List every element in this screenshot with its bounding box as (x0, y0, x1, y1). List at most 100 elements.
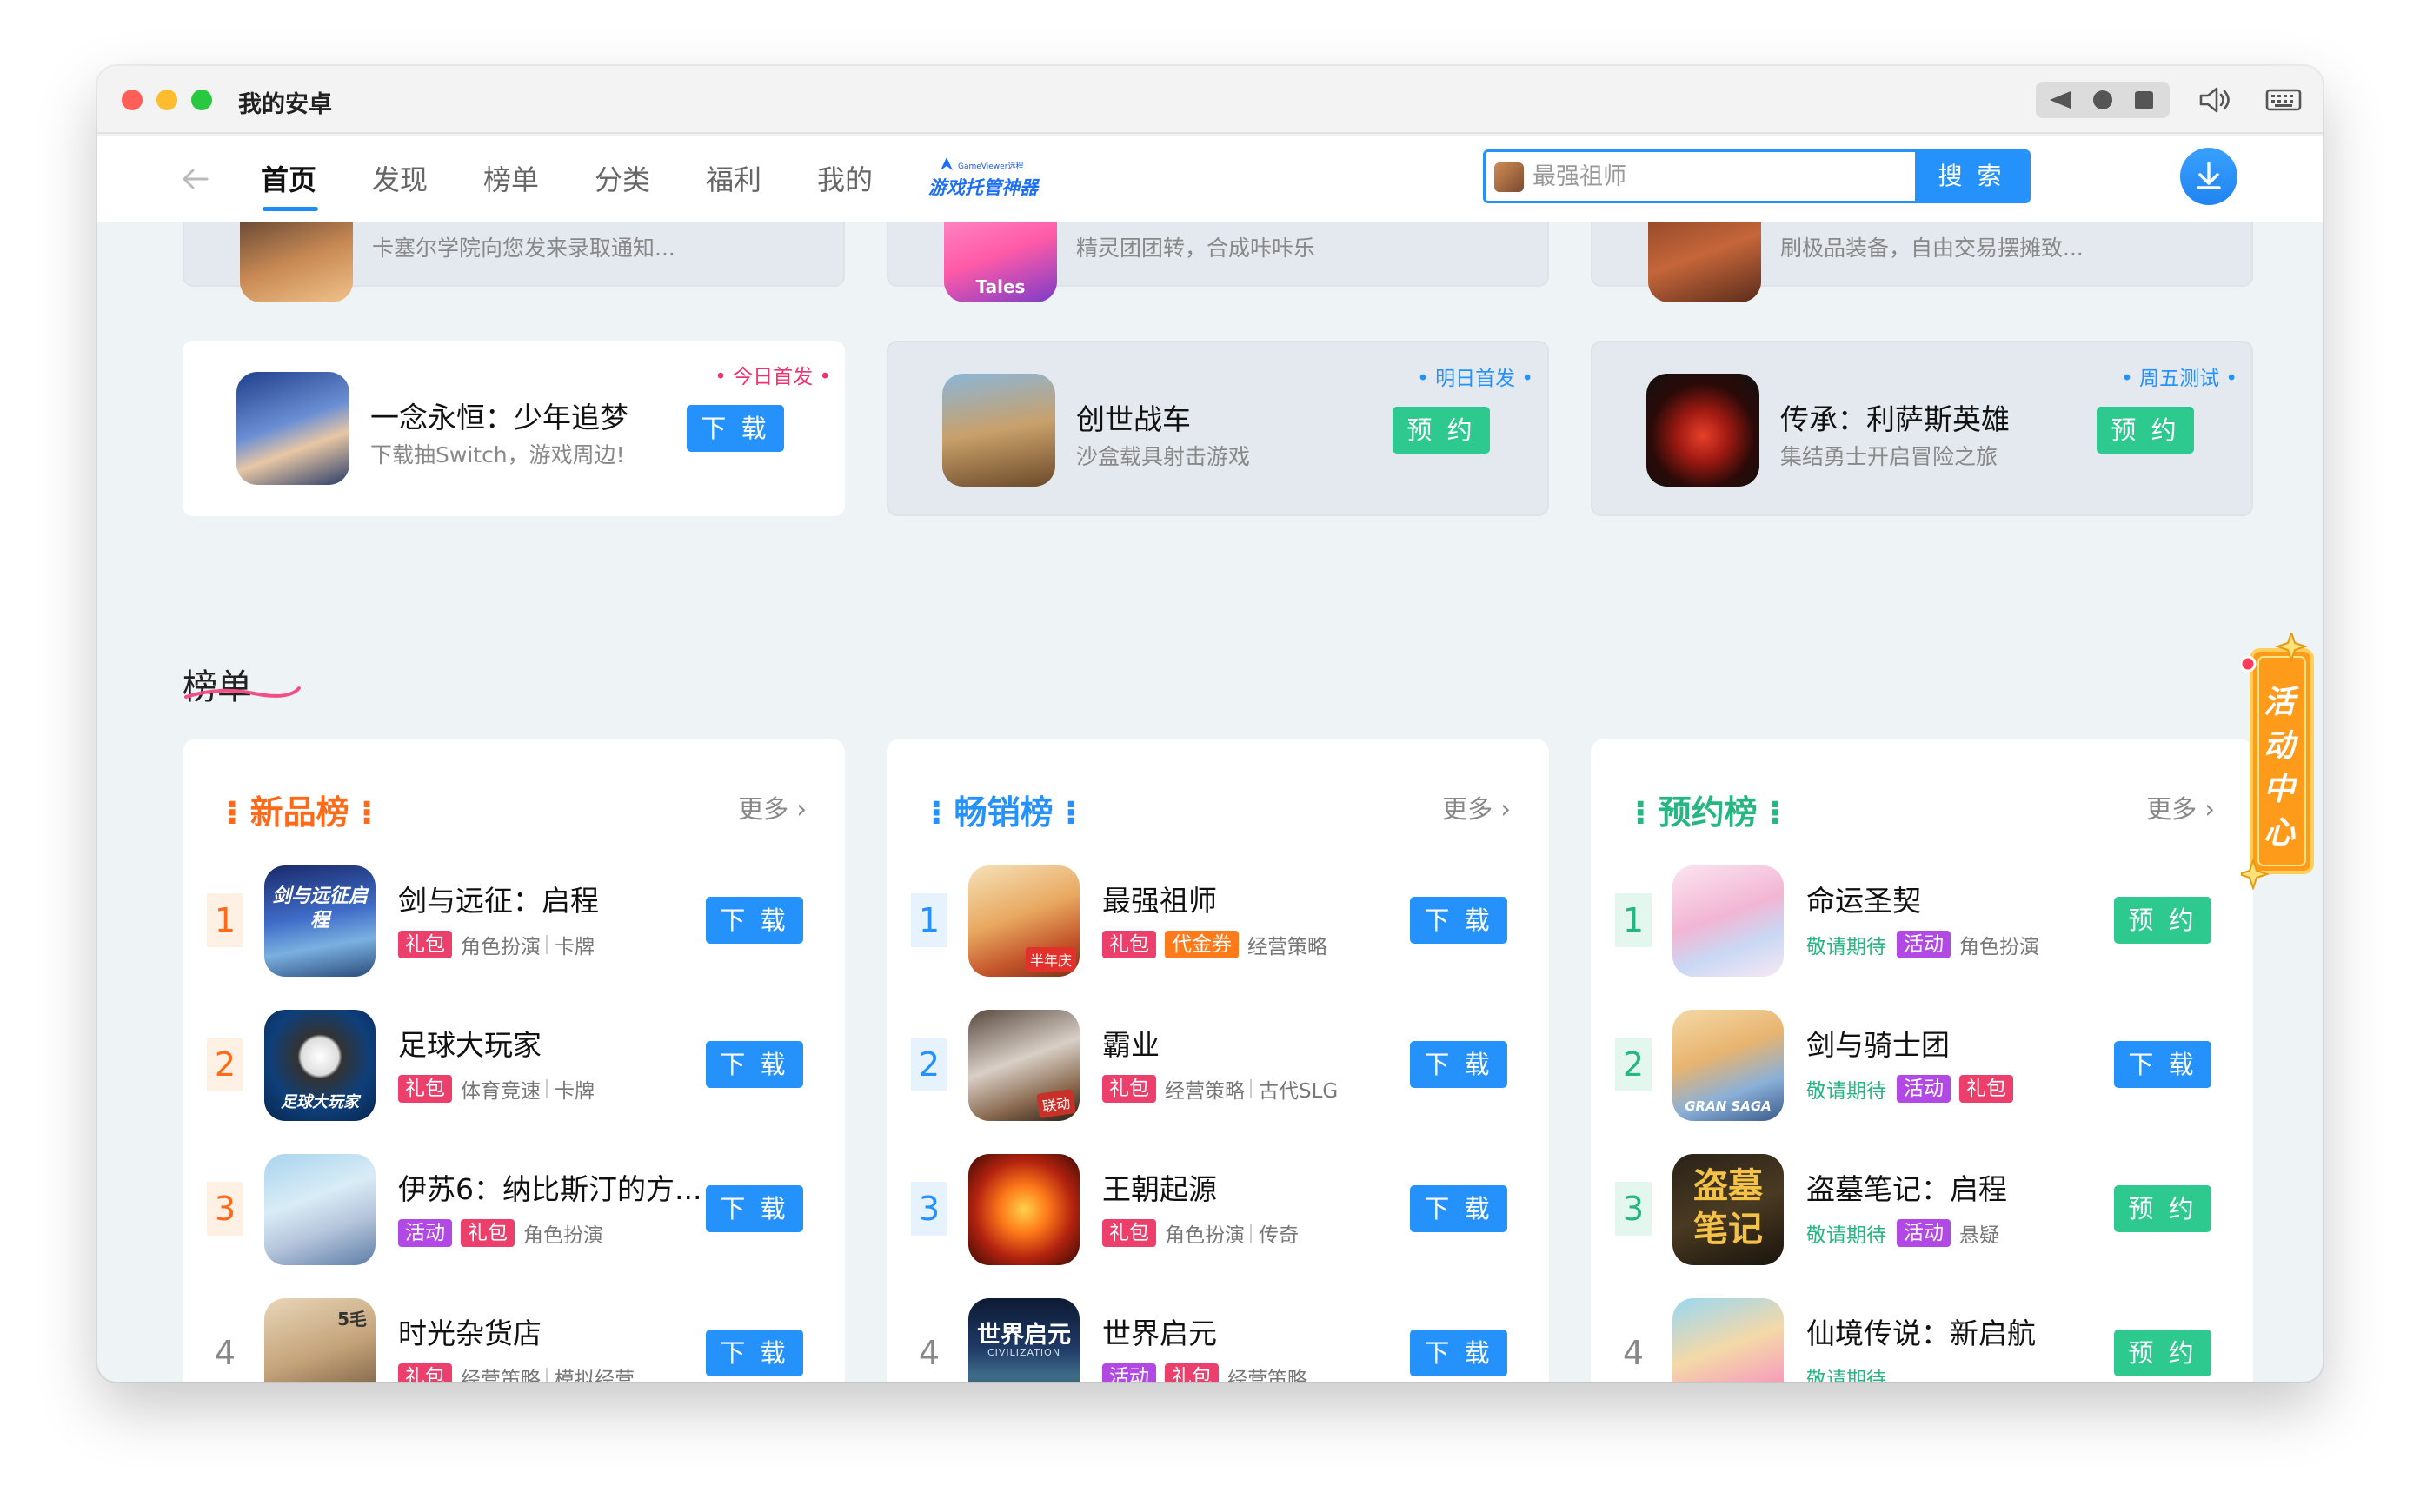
activity-center-button[interactable]: 活动中心 (2241, 633, 2317, 890)
search-game-avatar (1494, 162, 1524, 192)
reserve-button[interactable]: 预 约 (1393, 407, 1490, 454)
gameviewer-logo[interactable]: GameViewer远程 游戏托管神器 (928, 153, 1041, 202)
back-arrow-icon[interactable] (177, 162, 212, 196)
game-icon: 盗墓笔记 (1672, 1154, 1784, 1265)
ranking-row[interactable]: 2 GRAN SAGA 剑与骑士团 敬请期待 活动 礼包 下 载 (1591, 1010, 2253, 1123)
game-desc: 集结勇士开启冒险之旅 (1780, 444, 1998, 469)
release-card-tomorrow[interactable]: • 明日首发 • 创世战车 沙盒载具射击游戏 预 约 (887, 341, 1549, 516)
ranking-card-reserve: ⁝ 预约榜 ⁝ 更多 › 1 命运圣契 敬请期待 活动 角色扮演 预 约 2 GRA… (1591, 739, 2253, 1382)
nav-tab-discover[interactable]: 发现 (372, 158, 428, 198)
ranking-row[interactable]: 4 世界启元 CIVILIZATION 世界启元 活动 礼包 经营策略 下 载 (887, 1298, 1549, 1382)
ranking-row[interactable]: 1 半年庆 最强祖师 礼包 代金券 经营策略 下 载 (887, 865, 1549, 978)
download-manager-button[interactable] (2180, 148, 2237, 205)
ranking-row[interactable]: 3 王朝起源 礼包 角色扮演 传奇 下 载 (887, 1154, 1549, 1267)
ranking-row[interactable]: 4 仙境传说：新启航 敬请期待 预 约 (1591, 1298, 2253, 1382)
nav-tab-mine[interactable]: 我的 (817, 158, 873, 198)
ranking-row[interactable]: 1 剑与远征启程 剑与远征：启程 礼包 角色扮演 卡牌 下 载 (183, 865, 845, 978)
download-button[interactable]: 下 载 (1410, 1330, 1507, 1376)
close-window-button[interactable] (122, 90, 143, 110)
download-button[interactable]: 下 载 (2114, 1041, 2211, 1088)
download-button[interactable]: 下 载 (1410, 897, 1507, 944)
icon-caption: 剑与远征启程 (271, 885, 368, 932)
search-bar: 搜 索 (1483, 149, 2031, 203)
rank-badge: 4 (214, 1334, 236, 1372)
release-tag: • 今日首发 • (715, 366, 831, 388)
reserve-button[interactable]: 预 约 (2114, 1185, 2211, 1232)
ranking-card-bestseller: ⁝ 畅销榜 ⁝ 更多 › 1 半年庆 最强祖师 礼包 代金券 经营策略 下 载 2 … (887, 739, 1549, 1382)
gift-badge: 礼包 (398, 931, 452, 958)
reserve-button[interactable]: 预 约 (2114, 897, 2211, 944)
game-icon (1648, 222, 1761, 302)
minimize-window-button[interactable] (156, 90, 177, 110)
reserve-button[interactable]: 预 约 (2114, 1330, 2211, 1376)
reserve-button[interactable]: 预 约 (2097, 407, 2194, 454)
recents-square-icon[interactable] (2135, 91, 2153, 109)
download-button[interactable]: 下 载 (706, 1041, 803, 1088)
event-badge: 活动 (1102, 1363, 1156, 1382)
game-category: 角色扮演 (461, 936, 541, 958)
ranking-title: ⁝ 畅销榜 ⁝ (930, 793, 1078, 832)
more-link[interactable]: 更多 › (2146, 789, 2215, 826)
home-circle-icon[interactable] (2093, 90, 2112, 109)
upcoming-card-2[interactable]: Tales 精灵团团转，合成咔咔乐 预 约 (887, 222, 1549, 302)
game-icon: 联动 (968, 1010, 1080, 1121)
game-name: 创世战车 (1076, 402, 1191, 436)
game-name: 盗墓笔记：启程 (1806, 1172, 2007, 1206)
game-name: 伊苏6：纳比斯汀的方... (398, 1172, 702, 1206)
ranking-row[interactable]: 4 5毛 时光杂货店 礼包 经营策略 模拟经营 下 载 (183, 1298, 845, 1382)
download-button[interactable]: 下 载 (687, 405, 784, 452)
game-category: 经营策略 (1165, 1080, 1245, 1103)
search-button[interactable]: 搜 索 (1915, 152, 2028, 201)
game-desc: 下载抽Switch，游戏周边! (370, 442, 625, 468)
event-badge: 活动 (398, 1219, 452, 1247)
more-link[interactable]: 更多 › (738, 789, 807, 826)
back-triangle-icon[interactable] (2050, 91, 2071, 109)
rank-badge: 1 (1615, 893, 1652, 947)
game-tags: 礼包 体育竞速 卡牌 (398, 1074, 600, 1104)
nav-tab-categories[interactable]: 分类 (595, 158, 650, 198)
download-button[interactable]: 下 载 (1410, 1041, 1507, 1088)
coming-soon-label: 敬请期待 (1806, 936, 1886, 958)
rank-badge: 4 (918, 1334, 941, 1372)
title-bar: 我的安卓 (97, 66, 2323, 134)
game-name: 时光杂货店 (398, 1316, 542, 1350)
ranking-row[interactable]: 3 伊苏6：纳比斯汀的方... 活动 礼包 角色扮演 下 载 (183, 1154, 845, 1267)
volume-icon[interactable] (2194, 80, 2234, 120)
nav-tab-home[interactable]: 首页 (261, 158, 316, 198)
nav-tab-welfare[interactable]: 福利 (706, 158, 761, 198)
game-icon (942, 374, 1055, 487)
download-button[interactable]: 下 载 (706, 897, 803, 944)
ranking-row[interactable]: 1 命运圣契 敬请期待 活动 角色扮演 预 约 (1591, 865, 2253, 978)
icon-caption: GRAN SAGA (1685, 1098, 1772, 1114)
zoom-window-button[interactable] (191, 90, 212, 110)
release-card-today[interactable]: • 今日首发 • 一念永恒：少年追梦 下载抽Switch，游戏周边! 下 载 (183, 341, 845, 516)
download-button[interactable]: 下 载 (706, 1185, 803, 1232)
release-card-friday[interactable]: • 周五测试 • 传承：利萨斯英雄 集结勇士开启冒险之旅 预 约 (1591, 341, 2253, 516)
icon-caption: 足球大玩家 (281, 1093, 359, 1111)
rank-badge: 1 (207, 893, 243, 947)
ranking-row[interactable]: 2 足球大玩家 足球大玩家 礼包 体育竞速 卡牌 下 载 (183, 1010, 845, 1123)
ranking-card-new: ⁝ 新品榜 ⁝ 更多 › 1 剑与远征启程 剑与远征：启程 礼包 角色扮演 卡牌 下… (183, 739, 845, 1382)
ranking-row[interactable]: 2 联动 霸业 礼包 经营策略 古代SLG 下 载 (887, 1010, 1549, 1123)
download-button[interactable]: 下 载 (706, 1330, 803, 1376)
more-link[interactable]: 更多 › (1442, 789, 1511, 826)
gift-badge: 礼包 (398, 1075, 452, 1103)
game-name: 剑与远征：启程 (398, 884, 599, 918)
gift-badge: 礼包 (1165, 1363, 1219, 1382)
game-tags: 礼包 经营策略 古代SLG (1102, 1074, 1343, 1104)
search-input[interactable] (1532, 152, 1880, 201)
game-desc: 沙盒载具射击游戏 (1076, 444, 1251, 469)
ranking-row[interactable]: 3 盗墓笔记 盗墓笔记：启程 敬请期待 活动 悬疑 预 约 (1591, 1154, 2253, 1267)
keyboard-icon[interactable] (2264, 80, 2304, 120)
game-name: 最强祖师 (1102, 884, 1217, 918)
upcoming-card-1[interactable]: 卡塞尔学院向您发来录取通知... 预 约 (183, 222, 845, 302)
upcoming-card-3[interactable]: 刷极品装备，自由交易摆摊致... 预 约 (1591, 222, 2253, 302)
nav-tab-rankings[interactable]: 榜单 (483, 158, 539, 198)
download-button[interactable]: 下 载 (1410, 1185, 1507, 1232)
rank-badge: 3 (1615, 1182, 1652, 1236)
icon-caption: 5毛 (337, 1309, 367, 1330)
game-tags: 敬请期待 (1806, 1363, 1897, 1382)
tag-separator (546, 1079, 548, 1098)
release-tag: • 周五测试 • (2121, 368, 2237, 390)
game-icon: GRAN SAGA (1672, 1010, 1784, 1121)
